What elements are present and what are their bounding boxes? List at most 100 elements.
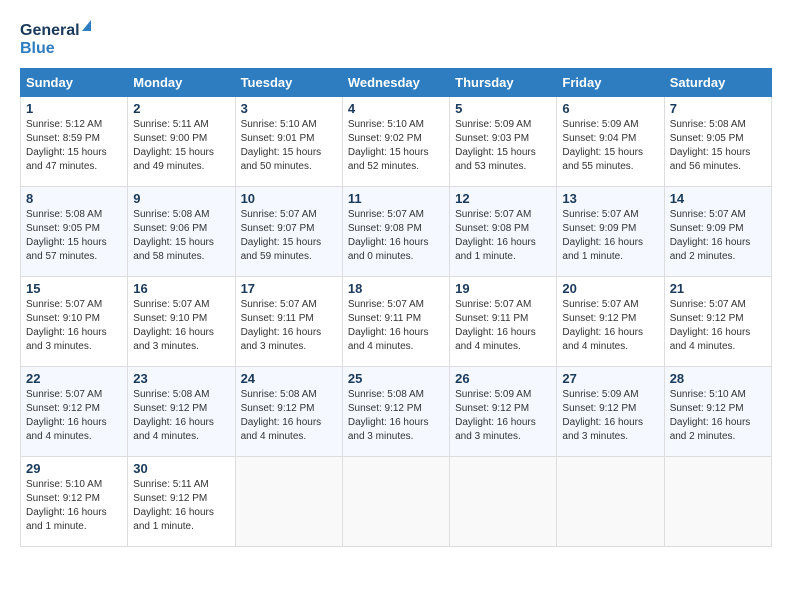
day-info: Sunrise: 5:07 AM Sunset: 9:10 PM Dayligh…: [133, 298, 229, 354]
calendar-cell: 2 Sunrise: 5:11 AM Sunset: 9:00 PM Daylig…: [128, 97, 235, 187]
day-number: 6: [562, 101, 658, 116]
calendar-cell: 7 Sunrise: 5:08 AM Sunset: 9:05 PM Daylig…: [664, 97, 771, 187]
calendar-cell: 18 Sunrise: 5:07 AM Sunset: 9:11 PM Dayli…: [342, 277, 449, 367]
day-number: 10: [241, 191, 337, 206]
calendar-week-3: 15 Sunrise: 5:07 AM Sunset: 9:10 PM Dayli…: [21, 277, 772, 367]
day-info: Sunrise: 5:09 AM Sunset: 9:12 PM Dayligh…: [455, 388, 551, 444]
calendar-cell: 20Sunrise: 5:07 AM Sunset: 9:12 PM Dayli…: [557, 277, 664, 367]
calendar-header-friday: Friday: [557, 69, 664, 97]
day-info: Sunrise: 5:09 AM Sunset: 9:04 PM Dayligh…: [562, 118, 658, 174]
calendar-header-wednesday: Wednesday: [342, 69, 449, 97]
day-info: Sunrise: 5:07 AM Sunset: 9:08 PM Dayligh…: [455, 208, 551, 264]
calendar-cell: 26 Sunrise: 5:09 AM Sunset: 9:12 PM Dayli…: [450, 367, 557, 457]
calendar-cell: 29 Sunrise: 5:10 AM Sunset: 9:12 PM Dayli…: [21, 457, 128, 547]
calendar-cell: 4 Sunrise: 5:10 AM Sunset: 9:02 PM Daylig…: [342, 97, 449, 187]
day-number: 19: [455, 281, 551, 296]
day-info: Sunrise: 5:08 AM Sunset: 9:12 PM Dayligh…: [348, 388, 444, 444]
day-number: 9: [133, 191, 229, 206]
day-number: 13: [562, 191, 658, 206]
logo: General Blue: [20, 20, 91, 58]
calendar-cell: 22Sunrise: 5:07 AM Sunset: 9:12 PM Dayli…: [21, 367, 128, 457]
calendar-week-1: 1 Sunrise: 5:12 AM Sunset: 8:59 PM Daylig…: [21, 97, 772, 187]
calendar-cell: 28 Sunrise: 5:10 AM Sunset: 9:12 PM Dayli…: [664, 367, 771, 457]
day-info: Sunrise: 5:10 AM Sunset: 9:02 PM Dayligh…: [348, 118, 444, 174]
day-info: Sunrise: 5:07 AM Sunset: 9:08 PM Dayligh…: [348, 208, 444, 264]
calendar-cell: 3Sunrise: 5:10 AM Sunset: 9:01 PM Daylig…: [235, 97, 342, 187]
day-number: 28: [670, 371, 766, 386]
calendar-cell: 27 Sunrise: 5:09 AM Sunset: 9:12 PM Dayli…: [557, 367, 664, 457]
day-number: 24: [241, 371, 337, 386]
day-info: Sunrise: 5:07 AM Sunset: 9:11 PM Dayligh…: [455, 298, 551, 354]
day-info: Sunrise: 5:09 AM Sunset: 9:03 PM Dayligh…: [455, 118, 551, 174]
calendar-cell: 23 Sunrise: 5:08 AM Sunset: 9:12 PM Dayli…: [128, 367, 235, 457]
day-info: Sunrise: 5:08 AM Sunset: 9:05 PM Dayligh…: [26, 208, 122, 264]
day-number: 5: [455, 101, 551, 116]
calendar-table: SundayMondayTuesdayWednesdayThursdayFrid…: [20, 68, 772, 547]
calendar-cell: 19 Sunrise: 5:07 AM Sunset: 9:11 PM Dayli…: [450, 277, 557, 367]
calendar-header-row: SundayMondayTuesdayWednesdayThursdayFrid…: [21, 69, 772, 97]
calendar-cell: 8 Sunrise: 5:08 AM Sunset: 9:05 PM Daylig…: [21, 187, 128, 277]
day-number: 27: [562, 371, 658, 386]
calendar-cell: 10Sunrise: 5:07 AM Sunset: 9:07 PM Dayli…: [235, 187, 342, 277]
calendar-cell: 6 Sunrise: 5:09 AM Sunset: 9:04 PM Daylig…: [557, 97, 664, 187]
calendar-week-4: 22Sunrise: 5:07 AM Sunset: 9:12 PM Dayli…: [21, 367, 772, 457]
day-number: 3: [241, 101, 337, 116]
day-number: 20: [562, 281, 658, 296]
calendar-cell: 9 Sunrise: 5:08 AM Sunset: 9:06 PM Daylig…: [128, 187, 235, 277]
calendar-header-saturday: Saturday: [664, 69, 771, 97]
day-info: Sunrise: 5:08 AM Sunset: 9:06 PM Dayligh…: [133, 208, 229, 264]
day-number: 11: [348, 191, 444, 206]
day-number: 12: [455, 191, 551, 206]
day-info: Sunrise: 5:08 AM Sunset: 9:12 PM Dayligh…: [241, 388, 337, 444]
calendar-cell: 25Sunrise: 5:08 AM Sunset: 9:12 PM Dayli…: [342, 367, 449, 457]
calendar-cell: 16 Sunrise: 5:07 AM Sunset: 9:10 PM Dayli…: [128, 277, 235, 367]
logo-general-text: General: [20, 22, 80, 39]
day-number: 8: [26, 191, 122, 206]
day-info: Sunrise: 5:08 AM Sunset: 9:12 PM Dayligh…: [133, 388, 229, 444]
calendar-cell: 14Sunrise: 5:07 AM Sunset: 9:09 PM Dayli…: [664, 187, 771, 277]
calendar-cell: 1 Sunrise: 5:12 AM Sunset: 8:59 PM Daylig…: [21, 97, 128, 187]
day-number: 21: [670, 281, 766, 296]
day-number: 16: [133, 281, 229, 296]
day-info: Sunrise: 5:12 AM Sunset: 8:59 PM Dayligh…: [26, 118, 122, 174]
day-number: 7: [670, 101, 766, 116]
logo-blue-text: Blue: [20, 40, 55, 57]
day-info: Sunrise: 5:07 AM Sunset: 9:12 PM Dayligh…: [670, 298, 766, 354]
day-number: 26: [455, 371, 551, 386]
day-info: Sunrise: 5:07 AM Sunset: 9:09 PM Dayligh…: [670, 208, 766, 264]
day-info: Sunrise: 5:11 AM Sunset: 9:12 PM Dayligh…: [133, 478, 229, 534]
calendar-cell: 11 Sunrise: 5:07 AM Sunset: 9:08 PM Dayli…: [342, 187, 449, 277]
calendar-cell: 30Sunrise: 5:11 AM Sunset: 9:12 PM Dayli…: [128, 457, 235, 547]
day-info: Sunrise: 5:10 AM Sunset: 9:12 PM Dayligh…: [26, 478, 122, 534]
page-header: General Blue: [20, 20, 772, 58]
calendar-cell: [664, 457, 771, 547]
day-number: 29: [26, 461, 122, 476]
day-info: Sunrise: 5:08 AM Sunset: 9:05 PM Dayligh…: [670, 118, 766, 174]
calendar-cell: 24 Sunrise: 5:08 AM Sunset: 9:12 PM Dayli…: [235, 367, 342, 457]
day-info: Sunrise: 5:07 AM Sunset: 9:11 PM Dayligh…: [241, 298, 337, 354]
day-number: 18: [348, 281, 444, 296]
calendar-week-5: 29 Sunrise: 5:10 AM Sunset: 9:12 PM Dayli…: [21, 457, 772, 547]
calendar-cell: 21 Sunrise: 5:07 AM Sunset: 9:12 PM Dayli…: [664, 277, 771, 367]
logo-arrow-icon: [82, 20, 91, 31]
day-number: 23: [133, 371, 229, 386]
day-info: Sunrise: 5:11 AM Sunset: 9:00 PM Dayligh…: [133, 118, 229, 174]
calendar-cell: [235, 457, 342, 547]
calendar-week-2: 8 Sunrise: 5:08 AM Sunset: 9:05 PM Daylig…: [21, 187, 772, 277]
day-number: 2: [133, 101, 229, 116]
day-info: Sunrise: 5:07 AM Sunset: 9:09 PM Dayligh…: [562, 208, 658, 264]
calendar-cell: [342, 457, 449, 547]
day-info: Sunrise: 5:07 AM Sunset: 9:11 PM Dayligh…: [348, 298, 444, 354]
day-number: 1: [26, 101, 122, 116]
calendar-cell: 5 Sunrise: 5:09 AM Sunset: 9:03 PM Daylig…: [450, 97, 557, 187]
day-number: 15: [26, 281, 122, 296]
day-info: Sunrise: 5:10 AM Sunset: 9:12 PM Dayligh…: [670, 388, 766, 444]
calendar-cell: [450, 457, 557, 547]
day-number: 22: [26, 371, 122, 386]
day-number: 17: [241, 281, 337, 296]
day-number: 4: [348, 101, 444, 116]
day-info: Sunrise: 5:09 AM Sunset: 9:12 PM Dayligh…: [562, 388, 658, 444]
calendar-cell: [557, 457, 664, 547]
calendar-header-monday: Monday: [128, 69, 235, 97]
calendar-header-tuesday: Tuesday: [235, 69, 342, 97]
